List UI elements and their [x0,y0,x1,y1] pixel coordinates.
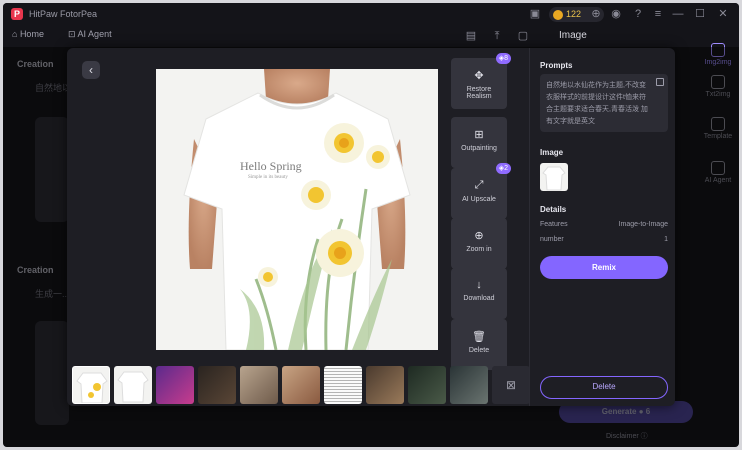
gift-icon[interactable]: ▣ [528,7,542,21]
thumbnail-portrait[interactable] [366,366,404,404]
credits-count: 122 [566,9,582,19]
tool-label: Zoom in [466,246,492,253]
app-window: P HitPaw FotorPea ▣ 122 ⊕ ◉ ? ≡ — ☐ ✕ ⌂ … [3,3,739,447]
main-image: Hello Spring Simple in its beauty [156,69,438,350]
thumbnail-portrait[interactable] [450,366,488,404]
tool-label: Download [463,295,495,302]
ai-agent-nav-icon: ⊡ [68,29,78,39]
prompts-title: Prompts [540,61,573,70]
trash-icon: 🗑 [472,331,486,343]
shirt-text: Hello Spring [240,159,302,173]
tool-label: Outpainting [461,145,497,152]
tool-label: Restore [466,86,492,93]
menu-icon[interactable]: ≡ [651,7,665,21]
right-panel-title: Image [559,30,587,41]
prompt-text: 自然地以水仙花作为主题,不改变衣服样式的前提设计这件t恤来符合主题要求适合春天,… [546,82,648,125]
home-icon: ⌂ [12,29,20,39]
image-title: Image [540,148,564,157]
copy-icon[interactable] [656,78,664,86]
home-nav[interactable]: ⌂ Home [12,29,44,39]
thumbnail-daffodil-tee[interactable] [72,366,110,404]
detail-value: 1 [664,236,668,243]
image-preview-modal: ‹ Hello Spring Simple in its beauty ✥ Re… [67,48,675,406]
maximize-icon[interactable]: ☐ [693,7,707,21]
thumbnail-document[interactable] [324,366,362,404]
outpaint-icon: ⊞ [474,129,484,141]
thumbnail-plain-tee[interactable] [114,366,152,404]
coin-icon [553,9,563,20]
thumbnail-portrait[interactable] [408,366,446,404]
tshirt-daffodil-illustration [156,69,438,350]
back-button[interactable]: ‹ [82,61,100,79]
cost-badge: ◈2 [495,163,511,174]
cost-badge: ◈8 [495,53,511,64]
ai-agent-nav[interactable]: ⊡ AI Agent [68,29,112,40]
ai-agent-label: AI Agent [77,29,112,39]
avatar[interactable]: ◉ [609,7,623,21]
chevron-left-icon: ‹ [89,63,93,77]
details-panel: Prompts 自然地以水仙花作为主题,不改变衣服样式的前提设计这件t恤来符合主… [529,48,675,406]
title-bar: P HitPaw FotorPea ▣ 122 ⊕ ◉ ? ≡ — ☐ ✕ [3,3,739,25]
delete-button[interactable]: 🗑 Delete [451,319,507,370]
detail-key: Features [540,221,568,228]
history-icon[interactable]: ▢ [516,29,530,43]
help-icon[interactable]: ? [631,7,645,21]
tool-label: AI Upscale [462,196,496,203]
download-icon: ↓ [476,279,482,291]
zoom-in-button[interactable]: ⊕ Zoom in [451,218,507,269]
restore-realism-button[interactable]: ✥ Restore Realism ◈8 [451,53,511,109]
source-image-thumbnail[interactable] [540,163,568,191]
detail-value: Image-to-Image [618,221,668,228]
details-title: Details [540,205,567,214]
upload-icon[interactable]: ⤒ [490,29,504,43]
ai-upscale-button[interactable]: ⤢ AI Upscale ◈2 [451,163,511,219]
zoom-in-icon: ⊕ [474,230,484,242]
daffodil [324,123,364,163]
gallery-icon[interactable]: ▤ [464,29,478,43]
tool-label: Delete [468,347,490,354]
detail-row: Features Image-to-Image [540,221,668,228]
tool-label: Realism [466,93,492,100]
app-logo: P [11,8,23,20]
upscale-icon: ⤢ [474,179,484,191]
shirt-subtext: Simple in its beauty [248,175,288,180]
add-credits-icon[interactable]: ⊕ [589,7,603,21]
detail-row: number 1 [540,236,668,243]
thumbnail-portrait[interactable] [198,366,236,404]
thumbnail-strip: ⊠ [72,366,530,404]
thumbnail-portrait[interactable] [156,366,194,404]
nav-bar: ⌂ Home ⊡ AI Agent ▤ ⤒ ▢ [3,25,739,47]
outpainting-button[interactable]: ⊞ Outpainting [451,117,507,168]
minimize-icon[interactable]: — [671,7,685,21]
detail-key: number [540,236,564,243]
download-button[interactable]: ↓ Download [451,268,507,319]
thumbnail-portrait[interactable] [282,366,320,404]
restore-icon: ✥ [474,70,484,82]
close-icon[interactable]: ✕ [716,7,730,21]
prompt-text-box: 自然地以水仙花作为主题,不改变衣服样式的前提设计这件t恤来符合主题要求适合春天,… [540,74,668,132]
thumbnail-portrait[interactable] [240,366,278,404]
more-thumbnails-icon[interactable]: ⊠ [492,366,530,404]
delete-outline-button[interactable]: Delete [540,376,668,399]
remix-button[interactable]: Remix [540,256,668,279]
app-title: HitPaw FotorPea [29,9,98,19]
home-label: Home [19,29,44,39]
